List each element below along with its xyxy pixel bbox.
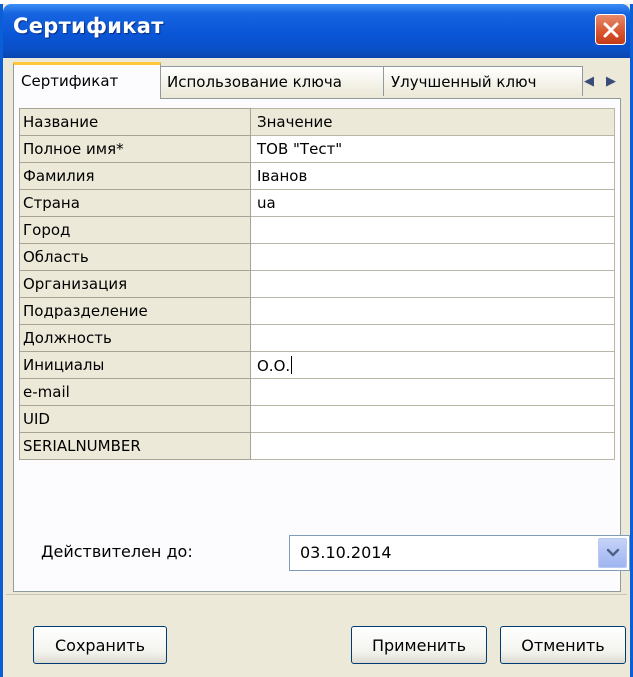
cancel-button-label: Отменить [521,635,605,655]
text-caret [291,355,293,374]
row-value[interactable] [250,405,615,433]
table-row: e-mail [19,378,615,406]
row-value[interactable] [250,216,615,244]
row-name: Организация [19,270,251,298]
tab-panel: Название Значение Полное имя* ТОВ "Тест"… [13,98,621,592]
row-value[interactable] [250,324,615,352]
row-name: Подразделение [19,297,251,325]
table-row: UID [19,405,615,433]
column-header-value: Значение [250,108,615,136]
tab-certificate[interactable]: Сертификат [13,62,161,99]
valid-until-dropdown[interactable]: 03.10.2014 [289,535,630,571]
table-row: Город [19,216,615,244]
valid-until-label: Действителен до: [41,542,193,561]
grid-header: Название Значение [19,108,615,136]
table-row: Инициалы О.О. [19,351,615,379]
property-grid: Название Значение Полное имя* ТОВ "Тест"… [19,108,615,460]
tab-scroll-buttons: ◀ ▶ [578,68,622,94]
certificate-dialog: Сертификат Сертификат Использование ключ… [0,4,633,677]
apply-button[interactable]: Применить [351,626,487,664]
table-row: Область [19,243,615,271]
tab-enhanced-key[interactable]: Улучшенный ключ [383,66,583,96]
save-button[interactable]: Сохранить [33,626,167,664]
row-name: e-mail [19,378,251,406]
row-value[interactable] [250,270,615,298]
close-button[interactable] [595,14,626,45]
row-value[interactable] [250,297,615,325]
column-header-name: Название [19,108,251,136]
table-row: Организация [19,270,615,298]
tab-label: Сертификат [21,72,119,90]
table-row: SERIALNUMBER [19,432,615,460]
chevron-left-icon[interactable]: ◀ [584,74,594,89]
row-value[interactable]: Іванов [250,162,615,190]
save-button-label: Сохранить [55,635,145,655]
cancel-button[interactable]: Отменить [500,626,626,664]
row-value: О.О. [257,356,291,375]
chevron-down-icon [606,548,619,557]
row-name: SERIALNUMBER [19,432,251,460]
tab-key-usage[interactable]: Использование ключа [159,66,385,96]
row-name: Фамилия [19,162,251,190]
table-row: Фамилия Іванов [19,162,615,190]
row-value[interactable] [250,432,615,460]
row-name: Должность [19,324,251,352]
row-name: Полное имя* [19,135,251,163]
row-name: Город [19,216,251,244]
apply-button-label: Применить [371,635,467,655]
row-name: Инициалы [19,351,251,379]
table-row: Полное имя* ТОВ "Тест" [19,135,615,163]
row-value[interactable]: ТОВ "Тест" [250,135,615,163]
dropdown-button[interactable] [598,538,627,568]
divider [6,594,627,595]
tab-label: Использование ключа [167,73,342,91]
row-name: Область [19,243,251,271]
tab-strip: Сертификат Использование ключа Улучшенны… [13,58,624,99]
valid-until-value: 03.10.2014 [300,543,392,562]
close-icon [603,22,618,37]
table-row: Подразделение [19,297,615,325]
row-value[interactable]: ua [250,189,615,217]
window-title: Сертификат [13,14,164,38]
table-row: Должность [19,324,615,352]
row-name: UID [19,405,251,433]
row-value[interactable] [250,243,615,271]
chevron-right-icon[interactable]: ▶ [606,74,616,89]
row-value-editing[interactable]: О.О. [250,351,615,379]
table-row: Страна ua [19,189,615,217]
row-value[interactable] [250,378,615,406]
title-bar[interactable]: Сертификат [3,4,630,58]
row-name: Страна [19,189,251,217]
tab-label: Улучшенный ключ [391,73,537,91]
